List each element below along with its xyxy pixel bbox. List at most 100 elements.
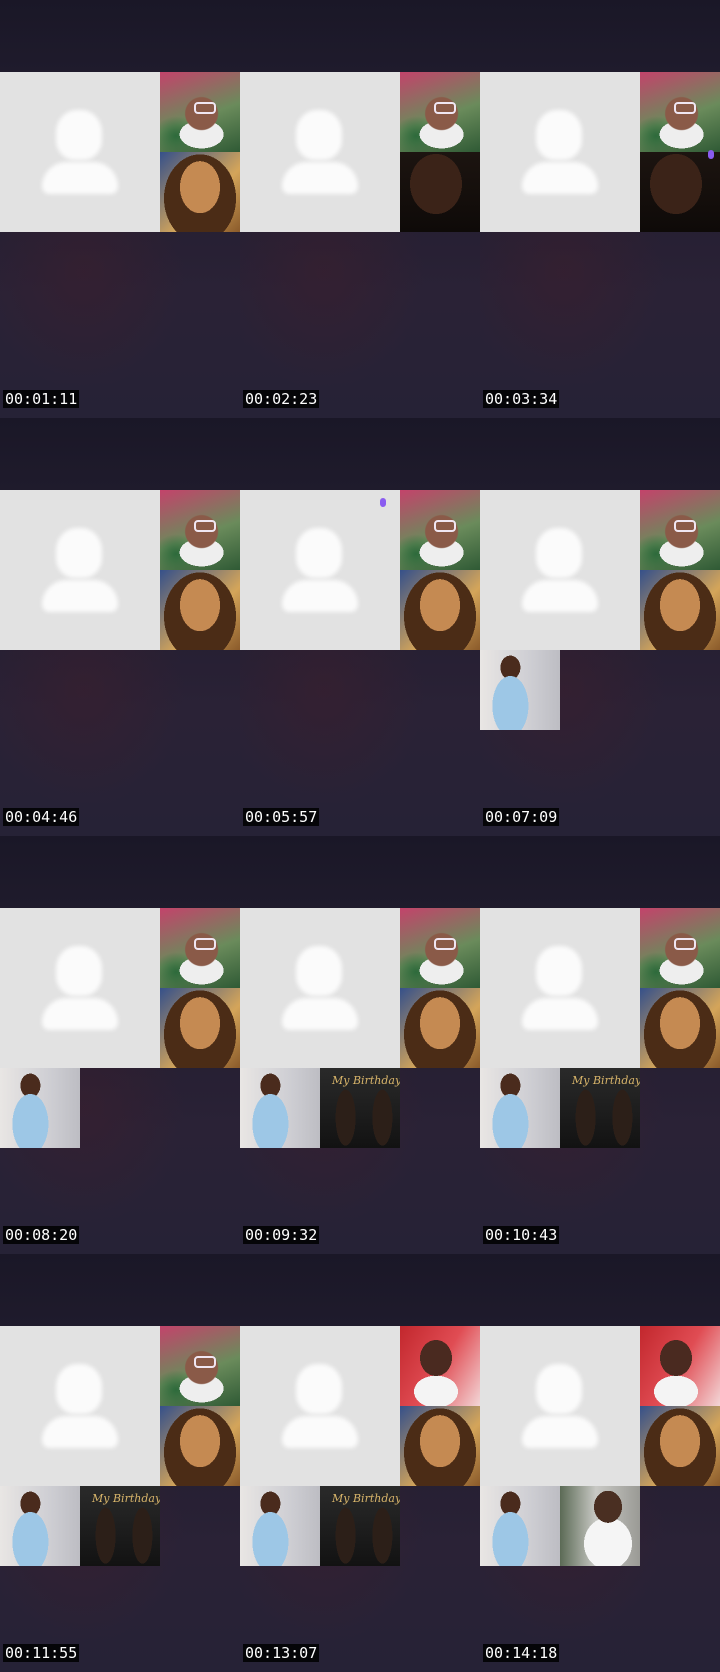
thumbnail-frame: 00:07:09 — [480, 418, 720, 836]
avatar-body — [522, 580, 598, 612]
avatar-body — [42, 998, 118, 1030]
avatar-body — [522, 162, 598, 194]
participant-video-tile-glam — [400, 988, 480, 1068]
thumbnail-frame: My Birthday 00:10:43 — [480, 836, 720, 1254]
timestamp-label: 00:02:23 — [243, 390, 320, 408]
participant-placeholder — [0, 908, 160, 1068]
participant-video-tile-pink-room — [400, 908, 480, 988]
participant-video-tile-glam — [640, 1406, 720, 1486]
participant-video-tile-birthday-flyer: My Birthday — [320, 1068, 400, 1148]
participant-video-tile-pink-room — [640, 72, 720, 152]
participant-video-tile-glam — [160, 570, 240, 650]
participant-placeholder — [480, 490, 640, 650]
participant-video-tile-pink-room — [160, 490, 240, 570]
flyer-title: My Birthday — [332, 1074, 400, 1087]
flyer-title: My Birthday — [92, 1492, 160, 1505]
avatar-head — [296, 528, 342, 578]
top-band — [0, 1254, 240, 1326]
participant-placeholder — [240, 1326, 400, 1486]
flyer-title: My Birthday — [332, 1492, 400, 1505]
participant-video-tile-pink-room — [160, 72, 240, 152]
participant-placeholder — [480, 1326, 640, 1486]
timestamp-label: 00:05:57 — [243, 808, 320, 826]
participant-video-tile-dark — [400, 152, 480, 232]
top-band — [240, 418, 480, 490]
thumbnail-frame: My Birthday 00:13:07 — [240, 1254, 480, 1672]
participant-video-tile-car-selfie — [560, 1486, 640, 1566]
participant-placeholder — [0, 72, 160, 232]
participant-video-tile-blue-dress — [240, 1486, 320, 1566]
participant-video-tile-glam — [160, 988, 240, 1068]
thumbnail-frame: 00:03:34 — [480, 0, 720, 418]
participant-placeholder — [0, 490, 160, 650]
participant-video-tile-blue-dress — [0, 1486, 80, 1566]
avatar-body — [282, 1416, 358, 1448]
top-band — [240, 836, 480, 908]
thumbnail-frame: My Birthday 00:11:55 — [0, 1254, 240, 1672]
thumbnail-frame: 00:02:23 — [240, 0, 480, 418]
participant-video-tile-birthday-flyer: My Birthday — [560, 1068, 640, 1148]
top-band — [480, 836, 720, 908]
avatar-body — [282, 580, 358, 612]
participant-video-tile-glam — [640, 570, 720, 650]
participant-video-tile-blue-dress — [480, 1068, 560, 1148]
participant-video-tile-birthday-flyer: My Birthday — [80, 1486, 160, 1566]
avatar-body — [282, 162, 358, 194]
participant-video-tile-birthday-flyer: My Birthday — [320, 1486, 400, 1566]
participant-placeholder — [0, 1326, 160, 1486]
timestamp-label: 00:08:20 — [3, 1226, 80, 1244]
microphone-icon — [708, 150, 714, 159]
timestamp-label: 00:01:11 — [3, 390, 80, 408]
avatar-head — [296, 1364, 342, 1414]
timestamp-label: 00:14:18 — [483, 1644, 560, 1662]
participant-video-tile-glam — [400, 570, 480, 650]
microphone-icon — [380, 498, 386, 507]
participant-video-tile-red-wall — [640, 1326, 720, 1406]
participant-video-tile-glam — [400, 1406, 480, 1486]
avatar-head — [536, 946, 582, 996]
participant-video-tile-pink-room — [400, 490, 480, 570]
top-band — [480, 1254, 720, 1326]
top-band — [240, 0, 480, 72]
top-band — [0, 836, 240, 908]
participant-video-tile-dark — [640, 152, 720, 232]
participant-video-tile-pink-room — [640, 490, 720, 570]
avatar-head — [56, 528, 102, 578]
thumbnail-frame: 00:08:20 — [0, 836, 240, 1254]
avatar-head — [296, 946, 342, 996]
avatar-head — [536, 110, 582, 160]
participant-placeholder — [240, 72, 400, 232]
participant-video-tile-red-wall — [400, 1326, 480, 1406]
timestamp-label: 00:04:46 — [3, 808, 80, 826]
participant-placeholder — [480, 72, 640, 232]
timestamp-label: 00:07:09 — [483, 808, 560, 826]
participant-video-tile-glam — [160, 1406, 240, 1486]
participant-placeholder — [240, 908, 400, 1068]
avatar-head — [56, 110, 102, 160]
participant-video-tile-pink-room — [160, 1326, 240, 1406]
video-thumbnail-sheet: 00:01:11 00:02:23 00:03:34 00:04:46 00:05:57… — [0, 0, 720, 1672]
participant-video-tile-blue-dress — [480, 1486, 560, 1566]
top-band — [240, 1254, 480, 1326]
avatar-body — [282, 998, 358, 1030]
participant-placeholder — [240, 490, 400, 650]
avatar-body — [522, 998, 598, 1030]
participant-placeholder — [480, 908, 640, 1068]
participant-video-tile-blue-dress — [480, 650, 560, 730]
flyer-title: My Birthday — [572, 1074, 640, 1087]
top-band — [480, 0, 720, 72]
avatar-body — [42, 162, 118, 194]
thumbnail-frame: 00:04:46 — [0, 418, 240, 836]
thumbnail-frame: 00:05:57 — [240, 418, 480, 836]
avatar-body — [522, 1416, 598, 1448]
avatar-head — [536, 1364, 582, 1414]
avatar-body — [42, 1416, 118, 1448]
thumbnail-frame: My Birthday 00:09:32 — [240, 836, 480, 1254]
avatar-head — [296, 110, 342, 160]
avatar-body — [42, 580, 118, 612]
avatar-head — [536, 528, 582, 578]
timestamp-label: 00:11:55 — [3, 1644, 80, 1662]
timestamp-label: 00:10:43 — [483, 1226, 560, 1244]
timestamp-label: 00:13:07 — [243, 1644, 320, 1662]
top-band — [0, 0, 240, 72]
